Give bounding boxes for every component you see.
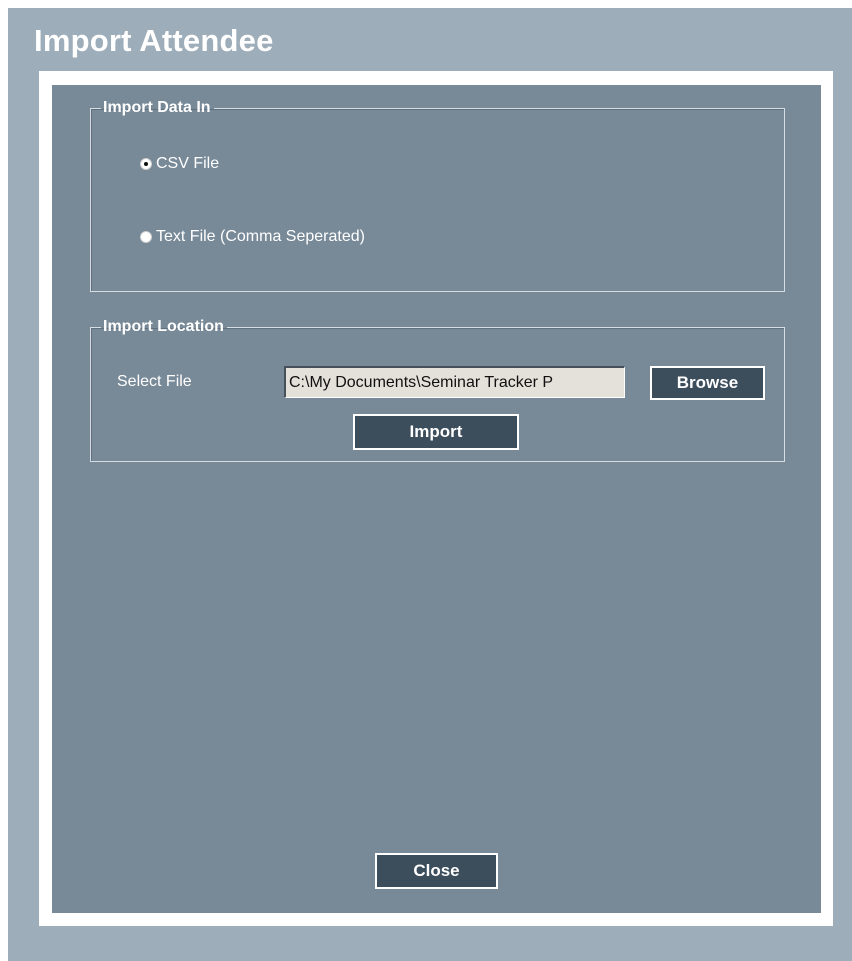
csv-file-label: CSV File <box>156 155 220 172</box>
csv-file-option[interactable]: CSV File <box>140 155 219 173</box>
import-button[interactable]: Import <box>353 414 519 450</box>
import-data-in-legend: Import Data In <box>103 99 211 116</box>
import-data-in-group: Import Data In <box>90 99 785 292</box>
close-button[interactable]: Close <box>375 853 498 889</box>
file-path-input[interactable] <box>284 366 625 398</box>
text-file-option[interactable]: Text File (Comma Seperated) <box>140 228 365 246</box>
import-location-legend: Import Location <box>103 318 224 335</box>
csv-file-radio[interactable] <box>140 158 152 170</box>
window-title: Import Attendee <box>34 23 274 58</box>
select-file-label: Select File <box>117 373 192 390</box>
text-file-radio[interactable] <box>140 231 152 243</box>
text-file-label: Text File (Comma Seperated) <box>156 228 365 245</box>
browse-button[interactable]: Browse <box>650 366 765 400</box>
